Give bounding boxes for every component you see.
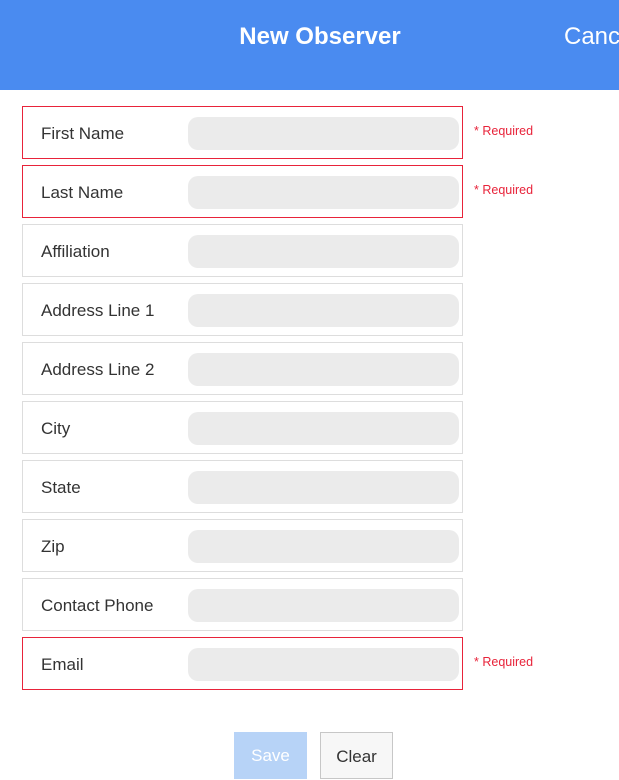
affiliation-input[interactable] [188,235,459,268]
affiliation-field: Affiliation [22,224,463,277]
last-name-field: Last Name [22,165,463,218]
address-line-1-field: Address Line 1 [22,283,463,336]
address-line-2-row: Address Line 2 [22,342,619,401]
zip-field: Zip [22,519,463,572]
last-name-row: Last Name * Required [22,165,619,224]
cancel-button[interactable]: Cancel [564,22,619,52]
save-button[interactable]: Save [234,732,307,779]
address-line-1-input[interactable] [188,294,459,327]
nav-header: New Observer Cancel [0,0,619,90]
last-name-required-note: * Required [474,183,534,197]
email-input[interactable] [188,648,459,681]
contact-phone-label: Contact Phone [41,596,154,615]
state-input[interactable] [188,471,459,504]
city-label: City [41,419,71,438]
state-row: State [22,460,619,519]
city-field: City [22,401,463,454]
state-label: State [41,478,81,497]
first-name-input[interactable] [188,117,459,150]
page-title: New Observer [239,23,401,50]
contact-phone-field: Contact Phone [22,578,463,631]
email-row: Email * Required [22,637,619,696]
address-line-2-label: Address Line 2 [41,360,155,379]
email-label: Email [41,655,84,674]
contact-phone-row: Contact Phone [22,578,619,637]
first-name-required-note: * Required [474,124,534,138]
first-name-row: First Name * Required [22,106,619,165]
city-input[interactable] [188,412,459,445]
zip-row: Zip [22,519,619,578]
clear-button[interactable]: Clear [320,732,393,779]
last-name-label: Last Name [41,183,124,202]
city-row: City [22,401,619,460]
address-line-2-field: Address Line 2 [22,342,463,395]
contact-phone-input[interactable] [188,589,459,622]
first-name-label: First Name [41,124,125,143]
zip-input[interactable] [188,530,459,563]
zip-label: Zip [41,537,65,556]
affiliation-row: Affiliation [22,224,619,283]
observer-form: First Name * Required Last Name * Requir… [22,106,619,696]
address-line-1-label: Address Line 1 [41,301,155,320]
address-line-2-input[interactable] [188,353,459,386]
email-required-note: * Required [474,655,534,669]
affiliation-label: Affiliation [41,242,110,261]
email-field: Email [22,637,463,690]
address-line-1-row: Address Line 1 [22,283,619,342]
form-actions: Save Clear [0,732,619,779]
last-name-input[interactable] [188,176,459,209]
first-name-field: First Name [22,106,463,159]
state-field: State [22,460,463,513]
